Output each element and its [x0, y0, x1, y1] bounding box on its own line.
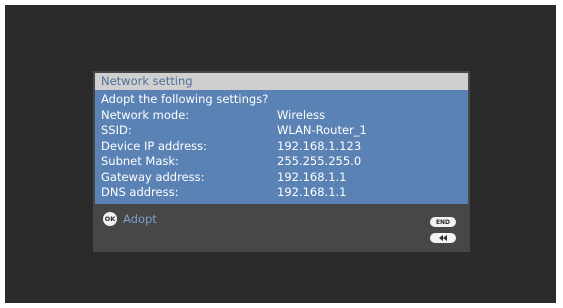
setting-value: 192.168.1.1 — [277, 169, 347, 184]
setting-value: Wireless — [277, 107, 326, 122]
dialog-title: Network setting — [95, 73, 468, 90]
setting-label: Device IP address: — [101, 138, 208, 153]
setting-label: DNS address: — [101, 185, 179, 199]
dialog-footer: OK Adopt END — [93, 204, 470, 252]
end-button[interactable]: END — [430, 217, 456, 227]
setting-row-gateway: Gateway address: 192.168.1.1 — [95, 170, 468, 186]
setting-row-device-ip: Device IP address: 192.168.1.123 — [95, 139, 468, 155]
setting-value: 192.168.1.123 — [277, 138, 362, 153]
adopt-label: Adopt — [123, 212, 157, 226]
setting-row-ssid: SSID: WLAN-Router_1 — [95, 123, 468, 139]
confirm-question: Adopt the following settings? — [101, 92, 269, 106]
setting-label: SSID: — [101, 123, 132, 137]
setting-value: WLAN-Router_1 — [277, 123, 367, 137]
settings-summary: Adopt the following settings? Network mo… — [95, 90, 468, 204]
adopt-button[interactable]: OK Adopt — [103, 212, 157, 226]
end-label: END — [435, 218, 451, 226]
setting-value: 255.255.255.0 — [277, 154, 362, 168]
setting-label: Subnet Mask: — [101, 154, 179, 168]
network-setting-dialog: Network setting Adopt the following sett… — [93, 71, 470, 252]
setting-row-dns: DNS address: 192.168.1.1 — [95, 185, 468, 201]
tv-screen: Network setting Adopt the following sett… — [5, 5, 556, 303]
setting-value: 192.168.1.1 — [277, 185, 347, 199]
setting-label: Gateway address: — [101, 169, 205, 184]
rewind-back-icon — [439, 235, 447, 241]
setting-label: Network mode: — [101, 107, 190, 122]
setting-row-network-mode: Network mode: Wireless — [95, 108, 468, 124]
ok-button-icon[interactable]: OK — [103, 212, 117, 226]
back-button[interactable] — [430, 233, 456, 243]
setting-row-subnet-mask: Subnet Mask: 255.255.255.0 — [95, 154, 468, 170]
